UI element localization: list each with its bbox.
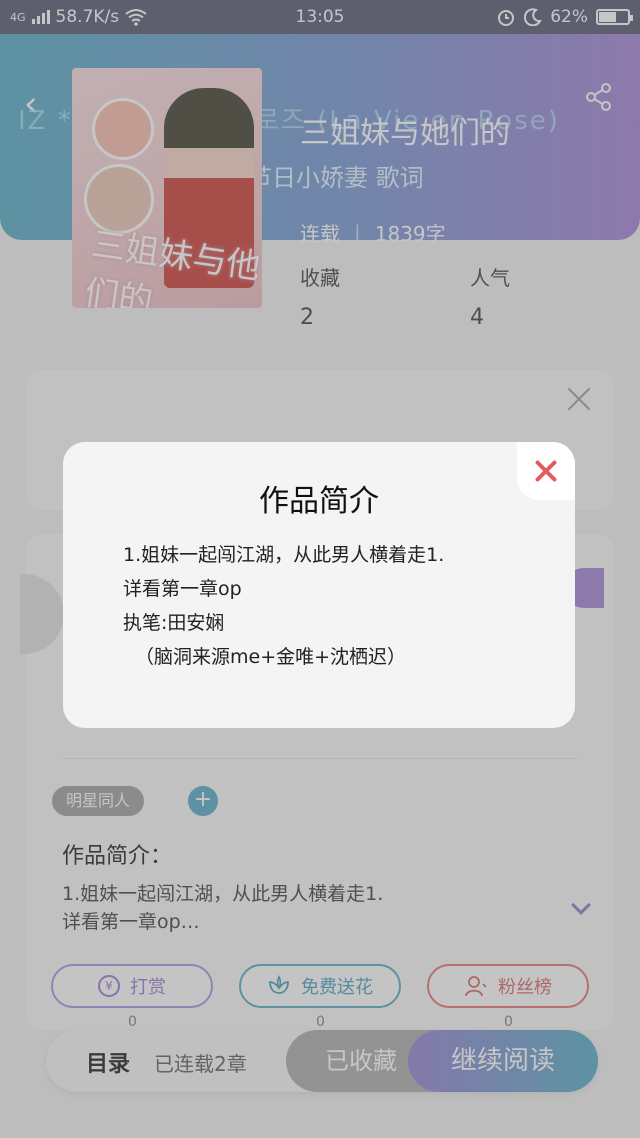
intro-modal: 作品简介 1.姐妹一起闯江湖，从此男人横着走1. 详看第一章op 执笔:田安娴 … [63,442,575,728]
modal-body: 1.姐妹一起闯江湖，从此男人横着走1. 详看第一章op 执笔:田安娴 （脑洞来源… [123,538,543,674]
modal-line: （脑洞来源me+金唯+沈栖迟） [135,646,407,668]
modal-title: 作品简介 [259,484,379,519]
modal-line: 详看第一章op [123,578,242,600]
modal-line: 1.姐妹一起闯江湖，从此男人横着走1. [123,544,445,566]
modal-line: 执笔:田安娴 [123,612,225,634]
